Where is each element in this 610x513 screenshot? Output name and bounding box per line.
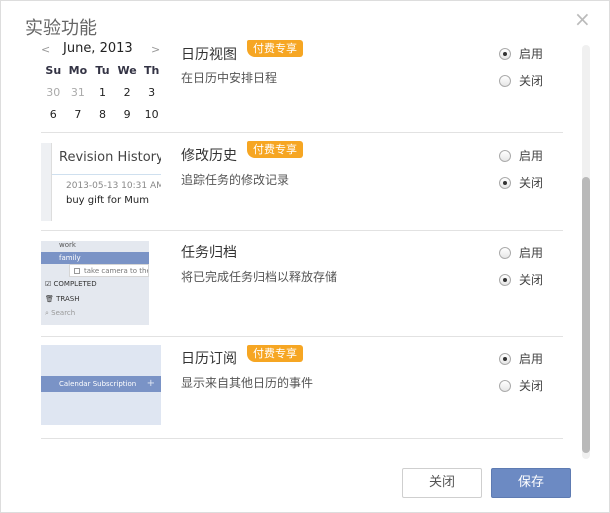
archive-list-work: work [59, 241, 76, 249]
close-button[interactable]: 关闭 [402, 468, 482, 498]
archive-trash: 🗑 TRASH [45, 295, 80, 303]
enable-option[interactable]: 启用 [499, 244, 543, 261]
enable-option[interactable]: 启用 [499, 45, 543, 62]
enable-label: 启用 [519, 47, 544, 61]
feature-title: 日历订阅 [181, 351, 237, 367]
disable-option[interactable]: 关闭 [499, 271, 543, 288]
paid-badge: 付费专享 [247, 141, 303, 158]
enable-radio[interactable] [499, 149, 511, 162]
calendar-subscription-preview: Calendar Subscription + [41, 345, 161, 425]
disable-option[interactable]: 关闭 [499, 72, 543, 89]
feature-row-archive: work family take camera to the c ☑ COMPL… [41, 231, 563, 337]
checkbox-icon [74, 268, 80, 274]
subscription-preview-label: Calendar Subscription [59, 380, 137, 388]
save-button[interactable]: 保存 [491, 468, 571, 498]
chevron-right-icon: > [151, 43, 161, 56]
scrollbar-thumb[interactable] [582, 177, 590, 453]
enable-radio[interactable] [499, 352, 511, 365]
calendar-day: 6 [49, 108, 57, 121]
calendar-weekday: We [117, 64, 137, 77]
calendar-weekday: Tu [95, 64, 110, 77]
calendar-day: 2 [123, 86, 131, 99]
feature-row-calendar-subscription: Calendar Subscription + 日历订阅 付费专享 显示来自其他… [41, 337, 563, 439]
disable-radio[interactable] [499, 379, 511, 392]
calendar-day: 9 [123, 108, 131, 121]
feature-title: 日历视图 [181, 47, 237, 63]
archive-dragged-task: take camera to the c [69, 264, 149, 277]
archive-completed: ☑ COMPLETED [45, 280, 97, 288]
disable-radio[interactable] [499, 74, 511, 87]
calendar-weekday: Mo [68, 64, 88, 77]
disable-label: 关闭 [519, 379, 544, 393]
feature-description: 显示来自其他日历的事件 [181, 376, 314, 390]
disable-radio[interactable] [499, 176, 511, 189]
archive-preview: work family take camera to the c ☑ COMPL… [41, 241, 149, 325]
revision-preview-text: buy gift for Mum [66, 195, 149, 206]
revision-history-preview: Revision History 2013-05-13 10:31 AM buy… [41, 143, 161, 221]
enable-radio[interactable] [499, 47, 511, 60]
calendar-month-label: June, 2013 [63, 41, 133, 56]
feature-title: 修改历史 [181, 148, 237, 164]
enable-option[interactable]: 启用 [499, 350, 543, 367]
enable-label: 启用 [519, 352, 544, 366]
disable-option[interactable]: 关闭 [499, 377, 543, 394]
dialog-title: 实验功能 [25, 18, 97, 39]
divider [52, 174, 161, 175]
enable-label: 启用 [519, 246, 544, 260]
plus-icon: + [146, 378, 155, 389]
disable-label: 关闭 [519, 273, 544, 287]
feature-description: 追踪任务的修改记录 [181, 173, 290, 187]
disable-label: 关闭 [519, 176, 544, 190]
paid-badge: 付费专享 [247, 40, 303, 57]
calendar-preview: < June, 2013 > Su Mo Tu We Th 30 31 1 2 3 6 7 8 9 10 [41, 41, 161, 127]
calendar-weekday: Th [144, 64, 160, 77]
disable-option[interactable]: 关闭 [499, 174, 543, 191]
archive-search: ⌕ Search [45, 309, 76, 317]
disable-label: 关闭 [519, 74, 544, 88]
calendar-day: 10 [144, 108, 159, 121]
calendar-day: 31 [70, 86, 85, 99]
archive-list-family: family [41, 252, 149, 264]
calendar-day: 8 [98, 108, 106, 121]
calendar-grid: Su Mo Tu We Th 30 31 1 2 3 6 7 8 9 10 [41, 64, 161, 130]
enable-label: 启用 [519, 149, 544, 163]
feature-description: 将已完成任务归档以释放存储 [181, 270, 338, 284]
chevron-left-icon: < [41, 43, 51, 56]
feature-description: 在日历中安排日程 [181, 71, 278, 85]
calendar-day: 1 [98, 86, 106, 99]
close-icon[interactable]: × [574, 9, 591, 29]
feature-row-revision-history: Revision History 2013-05-13 10:31 AM buy… [41, 133, 563, 231]
calendar-day: 30 [46, 86, 61, 99]
feature-title: 任务归档 [181, 245, 237, 261]
enable-option[interactable]: 启用 [499, 147, 543, 164]
calendar-day: 3 [148, 86, 156, 99]
revision-preview-date: 2013-05-13 10:31 AM [66, 181, 161, 191]
calendar-weekday: Su [45, 64, 62, 77]
revision-preview-heading: Revision History [59, 150, 161, 165]
paid-badge: 付费专享 [247, 345, 303, 362]
labs-dialog: 实验功能 × < June, 2013 > Su Mo Tu We Th 30 31 1 2 3 6… [0, 0, 610, 513]
feature-row-calendar-view: < June, 2013 > Su Mo Tu We Th 30 31 1 2 3 6 7 8 9 10 日… [41, 40, 563, 133]
calendar-day: 7 [74, 108, 82, 121]
enable-radio[interactable] [499, 246, 511, 259]
disable-radio[interactable] [499, 273, 511, 286]
